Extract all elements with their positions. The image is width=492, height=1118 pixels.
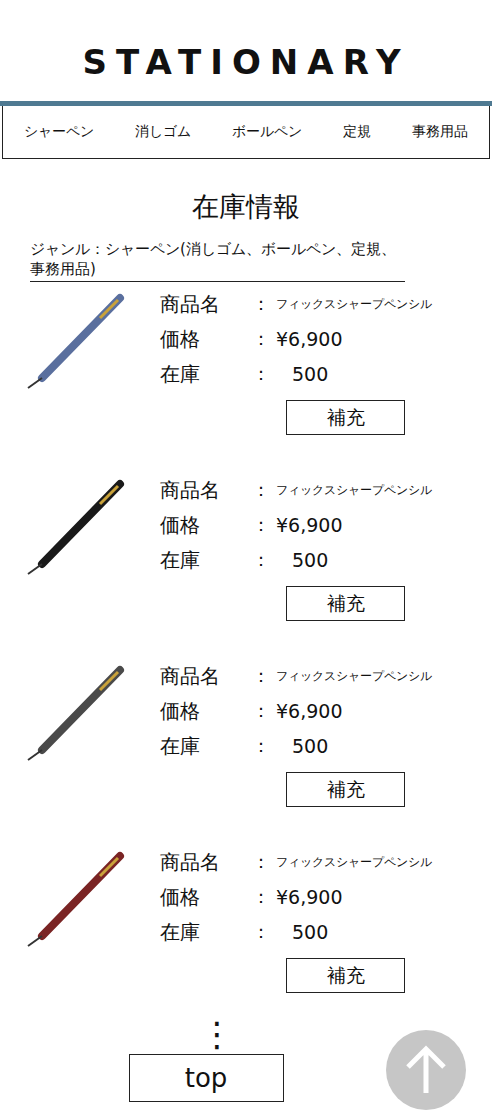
name-row: 商品名：フィックスシャープペンシル bbox=[160, 474, 492, 506]
nav-item[interactable]: 消しゴム bbox=[131, 123, 195, 141]
name-row: 商品名：フィックスシャープペンシル bbox=[160, 288, 492, 320]
product-card: 商品名：フィックスシャープペンシル価格：¥6,900在庫：500 補充 bbox=[0, 654, 492, 840]
site-title: STATIONARY bbox=[0, 0, 492, 82]
nav-item[interactable]: シャーペン bbox=[20, 123, 98, 141]
pen-icon bbox=[20, 662, 140, 762]
top-button[interactable]: top bbox=[129, 1054, 284, 1102]
product-card: 商品名：フィックスシャープペンシル価格：¥6,900在庫：500 補充 bbox=[0, 282, 492, 468]
scroll-up-button[interactable] bbox=[386, 1030, 466, 1110]
product-card: 商品名：フィックスシャープペンシル価格：¥6,900在庫：500 補充 bbox=[0, 840, 492, 1026]
price-row: 価格：¥6,900 bbox=[160, 695, 492, 727]
pen-icon bbox=[20, 290, 140, 390]
restock-button[interactable]: 補充 bbox=[286, 958, 405, 993]
product-info: 商品名：フィックスシャープペンシル価格：¥6,900在庫：500 補充 bbox=[160, 840, 492, 1026]
stock-row: 在庫：500 bbox=[160, 730, 492, 762]
genre-label: ジャンル：シャーペン(消しゴム、ボールペン、定規、事務用品) bbox=[30, 239, 405, 282]
price-row: 価格：¥6,900 bbox=[160, 881, 492, 913]
product-info: 商品名：フィックスシャープペンシル価格：¥6,900在庫：500 補充 bbox=[160, 654, 492, 840]
price-row: 価格：¥6,900 bbox=[160, 323, 492, 355]
product-info: 商品名：フィックスシャープペンシル価格：¥6,900在庫：500 補充 bbox=[160, 282, 492, 468]
stock-row: 在庫：500 bbox=[160, 916, 492, 948]
pen-icon bbox=[20, 476, 140, 576]
restock-button[interactable]: 補充 bbox=[286, 772, 405, 807]
product-card: 商品名：フィックスシャープペンシル価格：¥6,900在庫：500 補充 bbox=[0, 468, 492, 654]
product-image bbox=[0, 468, 160, 654]
pen-icon bbox=[20, 848, 140, 948]
product-image bbox=[0, 840, 160, 1026]
name-row: 商品名：フィックスシャープペンシル bbox=[160, 660, 492, 692]
page-heading: 在庫情報 bbox=[0, 189, 492, 225]
price-row: 価格：¥6,900 bbox=[160, 509, 492, 541]
nav-item[interactable]: 事務用品 bbox=[408, 123, 472, 141]
product-list: 商品名：フィックスシャープペンシル価格：¥6,900在庫：500補充商品名：フィ… bbox=[0, 282, 492, 1026]
nav-bar: シャーペン 消しゴム ボールペン 定規 事務用品 bbox=[2, 106, 490, 159]
stock-row: 在庫：500 bbox=[160, 358, 492, 390]
page: STATIONARY シャーペン 消しゴム ボールペン 定規 事務用品在庫情報ジャンル：シ… bbox=[0, 0, 492, 1118]
name-row: 商品名：フィックスシャープペンシル bbox=[160, 846, 492, 878]
product-info: 商品名：フィックスシャープペンシル価格：¥6,900在庫：500 補充 bbox=[160, 468, 492, 654]
restock-button[interactable]: 補充 bbox=[286, 586, 405, 621]
restock-button[interactable]: 補充 bbox=[286, 400, 405, 435]
arrow-up-icon bbox=[404, 1045, 448, 1095]
product-image bbox=[0, 654, 160, 840]
product-image bbox=[0, 282, 160, 468]
nav-item[interactable]: 定規 bbox=[339, 123, 375, 141]
stock-row: 在庫：500 bbox=[160, 544, 492, 576]
nav-item[interactable]: ボールペン bbox=[228, 123, 306, 141]
